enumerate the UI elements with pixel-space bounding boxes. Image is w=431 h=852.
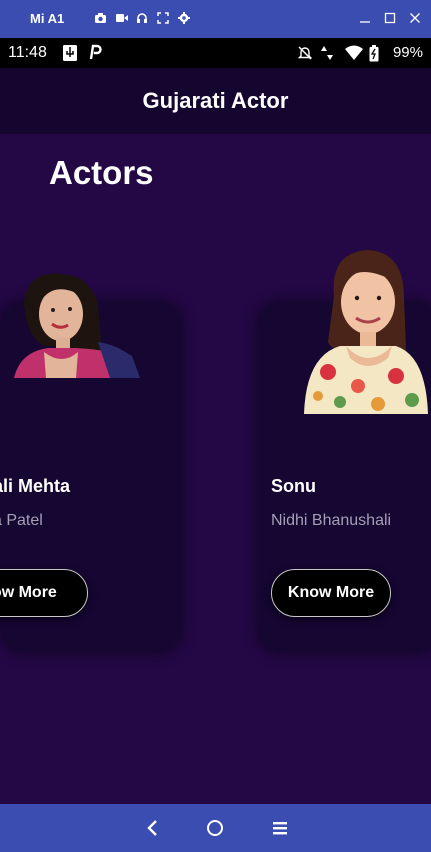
headphones-icon[interactable] [136, 11, 148, 23]
emulator-title-bar: Mi A1 [0, 0, 431, 38]
section-title: Actors [49, 154, 154, 191]
wifi-icon [344, 45, 363, 61]
actor-name: Sonu [271, 476, 316, 496]
window-title: Mi A1 [30, 11, 65, 26]
navigation-bar [0, 804, 431, 852]
settings-icon[interactable] [178, 11, 190, 24]
mute-icon [297, 45, 313, 61]
minimize-icon[interactable] [357, 9, 373, 27]
app-title: Gujarati Actor [142, 88, 289, 113]
fullscreen-icon[interactable] [157, 11, 169, 24]
status-right-icons: 99% [297, 44, 423, 61]
actor-name: ali Mehta [0, 476, 71, 496]
status-bar: 11:48 99% [0, 38, 431, 68]
home-icon[interactable] [205, 818, 225, 838]
status-left-icons [62, 44, 104, 61]
battery-percent: 99% [392, 44, 423, 61]
know-more-button[interactable]: now More [0, 569, 88, 617]
maximize-icon[interactable] [382, 9, 398, 27]
actor-photo [14, 272, 142, 378]
camera-icon[interactable] [94, 11, 106, 23]
usb-icon [62, 44, 78, 61]
main-content[interactable]: Actors ali Mehta a Patel now More Sonu N… [0, 134, 431, 804]
actor-photo [300, 246, 430, 414]
actor-role: a Patel [0, 512, 43, 529]
recents-icon[interactable] [270, 818, 290, 838]
p-icon [88, 44, 104, 60]
data-icon [320, 45, 337, 61]
know-more-button[interactable]: Know More [271, 569, 391, 617]
window-toolbar [94, 11, 190, 24]
window-controls [357, 9, 423, 27]
back-icon[interactable] [143, 818, 163, 838]
status-time: 11:48 [8, 44, 47, 61]
battery-icon [369, 44, 385, 61]
app-bar: Gujarati Actor [0, 68, 431, 134]
video-icon[interactable] [115, 11, 128, 23]
close-icon[interactable] [407, 9, 423, 27]
actor-role: Nidhi Bhanushali [271, 512, 392, 529]
